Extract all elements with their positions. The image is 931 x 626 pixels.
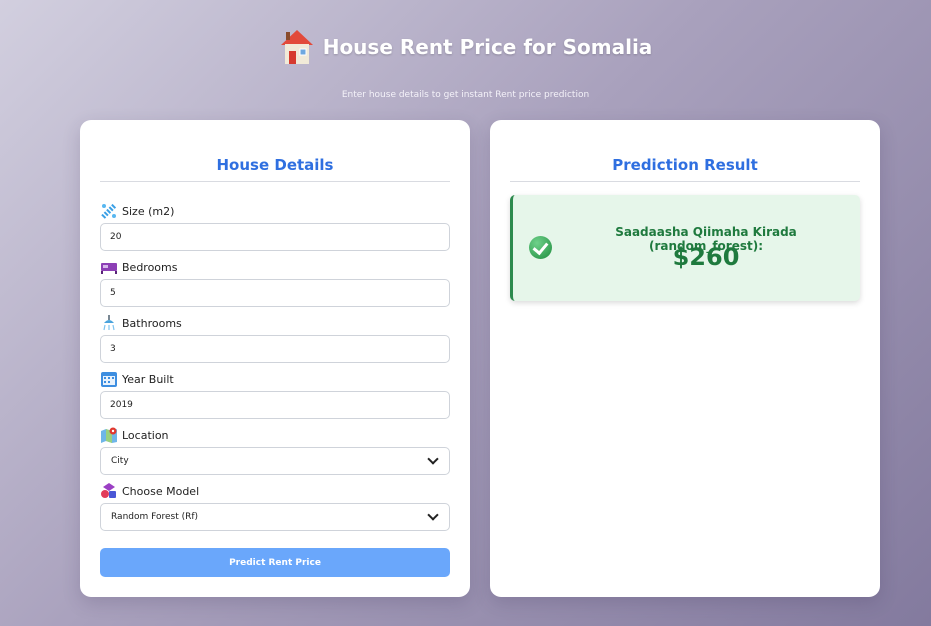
prediction-result-title: Prediction Result: [510, 156, 860, 182]
house-details-card: House Details Size (m2) Bedrooms Bathroo…: [80, 120, 470, 597]
model-label-text: Choose Model: [122, 484, 200, 498]
house-details-title: House Details: [100, 156, 450, 182]
shower-icon: [100, 314, 118, 332]
map-icon: [100, 426, 118, 444]
model-label: Choose Model: [100, 482, 199, 500]
page-title: House Rent Price for Somalia: [322, 35, 653, 59]
bathrooms-label: Bathrooms: [100, 314, 182, 332]
size-label: Size (m2): [100, 202, 174, 220]
location-label: Location: [100, 426, 169, 444]
chevron-down-icon: [427, 509, 439, 521]
page-header: House Rent Price for Somalia Enter house…: [0, 24, 931, 100]
result-value: $260: [672, 243, 740, 271]
check-icon: [529, 236, 552, 259]
house-icon: [279, 27, 315, 67]
prediction-result-card: Prediction Result Saadaasha Qiimaha Kira…: [490, 120, 880, 597]
model-selected: Random Forest (Rf): [111, 512, 199, 522]
bedrooms-label: Bedrooms: [100, 258, 177, 276]
location-select[interactable]: City: [100, 447, 450, 475]
bedrooms-input[interactable]: [100, 279, 450, 307]
year-built-label: Year Built: [100, 370, 174, 388]
model-select[interactable]: Random Forest (Rf): [100, 503, 450, 531]
location-selected: City: [111, 456, 129, 466]
bed-icon: [100, 258, 118, 276]
size-input[interactable]: [100, 223, 450, 251]
calendar-icon: [100, 370, 118, 388]
bedrooms-label-text: Bedrooms: [122, 260, 178, 274]
year-built-input[interactable]: [100, 391, 450, 419]
bathrooms-label-text: Bathrooms: [122, 316, 182, 330]
year-built-label-text: Year Built: [122, 372, 174, 386]
result-box: Saadaasha Qiimaha Kirada (random_forest)…: [510, 195, 860, 301]
location-label-text: Location: [122, 428, 169, 442]
chevron-down-icon: [427, 453, 439, 465]
bathrooms-input[interactable]: [100, 335, 450, 363]
shapes-icon: [100, 482, 118, 500]
size-label-text: Size (m2): [122, 204, 175, 218]
ruler-icon: [100, 202, 118, 220]
predict-button[interactable]: Predict Rent Price: [100, 548, 450, 577]
page-subtitle: Enter house details to get instant Rent …: [341, 90, 590, 100]
